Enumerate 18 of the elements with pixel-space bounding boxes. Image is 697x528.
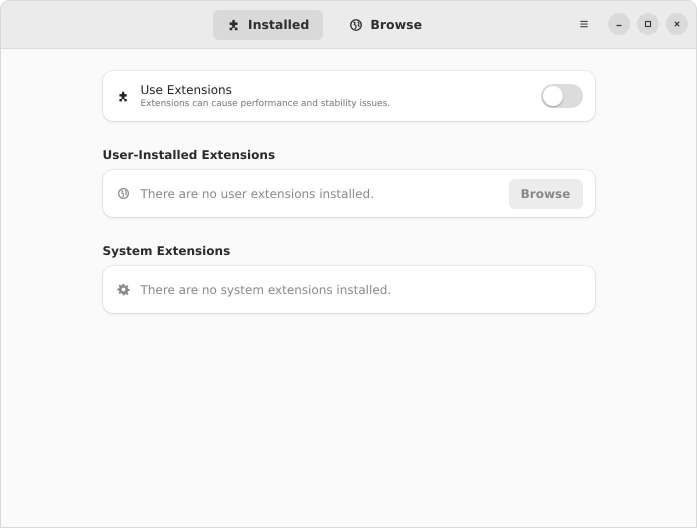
setting-title: Use Extensions	[140, 83, 233, 97]
tab[interactable]: Browse	[335, 10, 436, 40]
close-icon	[672, 19, 682, 29]
maximize-button[interactable]	[637, 13, 659, 35]
tab[interactable]: Installed	[212, 10, 324, 40]
globe-icon	[116, 187, 130, 200]
toggle-switch[interactable]	[540, 84, 582, 108]
empty-message: There are no system extensions installed.	[140, 282, 392, 296]
gear-icon	[116, 283, 130, 296]
close-button[interactable]	[666, 13, 688, 35]
maximize-icon	[643, 19, 653, 29]
setting-description: Extensions can cause performance and stability issues.	[140, 99, 392, 109]
puzzle-icon	[116, 90, 130, 102]
globe-icon	[349, 18, 364, 32]
section-heading: User-Installed Extensions	[102, 148, 276, 162]
empty-message: There are no user extensions installed.	[140, 186, 375, 200]
section-heading: System Extensions	[102, 244, 232, 258]
menu-button[interactable]: ≡	[571, 12, 597, 36]
